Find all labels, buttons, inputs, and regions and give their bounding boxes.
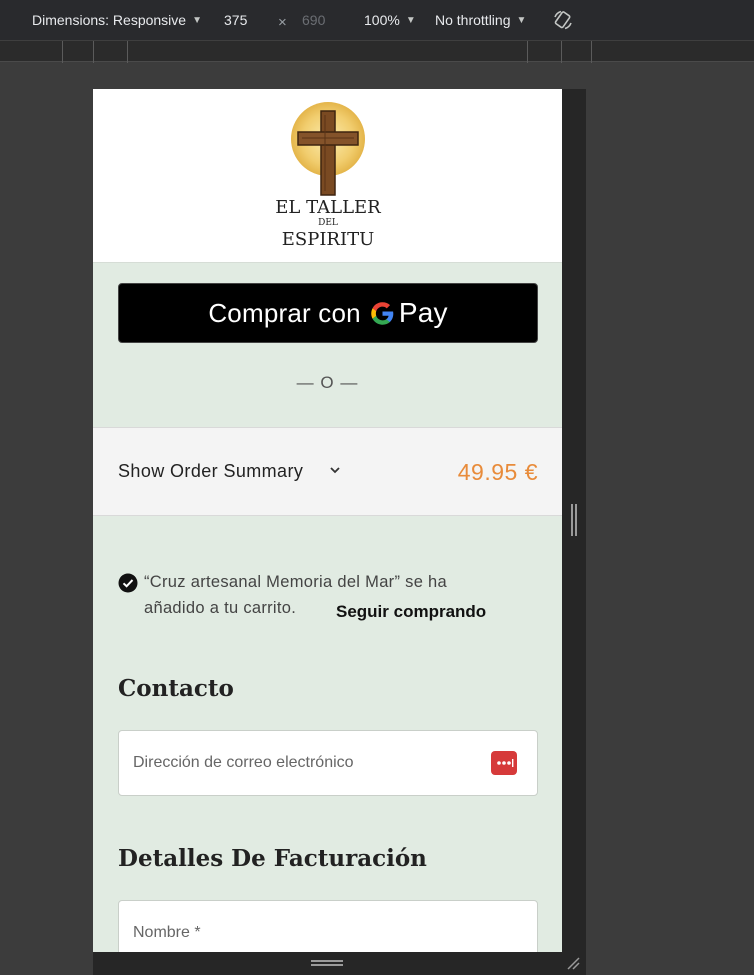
emulated-viewport: EL TALLER DEL ESPIRITU Comprar con Pay —… <box>93 89 562 952</box>
height-input[interactable]: 690 <box>302 12 325 28</box>
site-header: EL TALLER DEL ESPIRITU <box>93 89 562 263</box>
order-summary-toggle[interactable]: Show Order Summary 49.95 € <box>93 427 562 516</box>
resize-handle-bottom[interactable] <box>311 960 343 966</box>
width-input[interactable]: 375 <box>224 12 247 28</box>
gpay-prefix: Comprar con <box>208 297 361 328</box>
logo-line2: DEL <box>318 218 338 228</box>
email-input[interactable] <box>133 731 473 795</box>
devtools-device-toolbar: Dimensions: Responsive ▼ 375 × 690 100% … <box>0 0 754 40</box>
zoom-dropdown[interactable]: 100% ▼ <box>364 12 416 28</box>
chevron-down-icon <box>330 467 340 474</box>
order-summary-label: Show Order Summary <box>118 461 304 481</box>
gpay-pay-word: Pay <box>398 297 448 328</box>
logo-line1: EL TALLER <box>275 197 381 218</box>
dimensions-label: Dimensions: Responsive <box>32 12 187 28</box>
chevron-down-icon: ▼ <box>405 14 416 26</box>
contact-title: Contacto <box>118 675 234 702</box>
or-separator: — O — <box>296 373 359 392</box>
rotate-icon[interactable] <box>552 9 574 31</box>
resize-corner-icon[interactable] <box>566 956 580 970</box>
store-logo[interactable]: EL TALLER DEL ESPIRITU <box>268 101 388 253</box>
continue-shopping-link[interactable]: Seguir comprando <box>336 602 486 622</box>
times-icon: × <box>278 14 287 31</box>
chevron-down-icon: ▼ <box>516 14 527 26</box>
dimensions-dropdown[interactable]: Dimensions: Responsive ▼ <box>32 12 202 28</box>
media-query-ruler <box>0 40 754 63</box>
google-g-icon <box>371 301 394 325</box>
email-field[interactable] <box>118 730 538 796</box>
zoom-label: 100% <box>364 12 400 28</box>
order-total: 49.95 € <box>457 459 538 485</box>
check-circle-icon <box>118 573 138 593</box>
resize-handle-right[interactable] <box>571 504 577 536</box>
google-pay-button[interactable]: Comprar con Pay <box>118 283 538 343</box>
chevron-down-icon: ▼ <box>192 14 202 26</box>
first-name-field[interactable] <box>118 900 538 952</box>
throttling-dropdown[interactable]: No throttling ▼ <box>435 12 526 28</box>
password-manager-icon[interactable] <box>491 751 517 775</box>
logo-line3: ESPIRITU <box>282 229 375 250</box>
throttling-label: No throttling <box>435 12 511 28</box>
billing-title: Detalles De Facturación <box>118 845 427 872</box>
first-name-input[interactable] <box>133 901 473 952</box>
